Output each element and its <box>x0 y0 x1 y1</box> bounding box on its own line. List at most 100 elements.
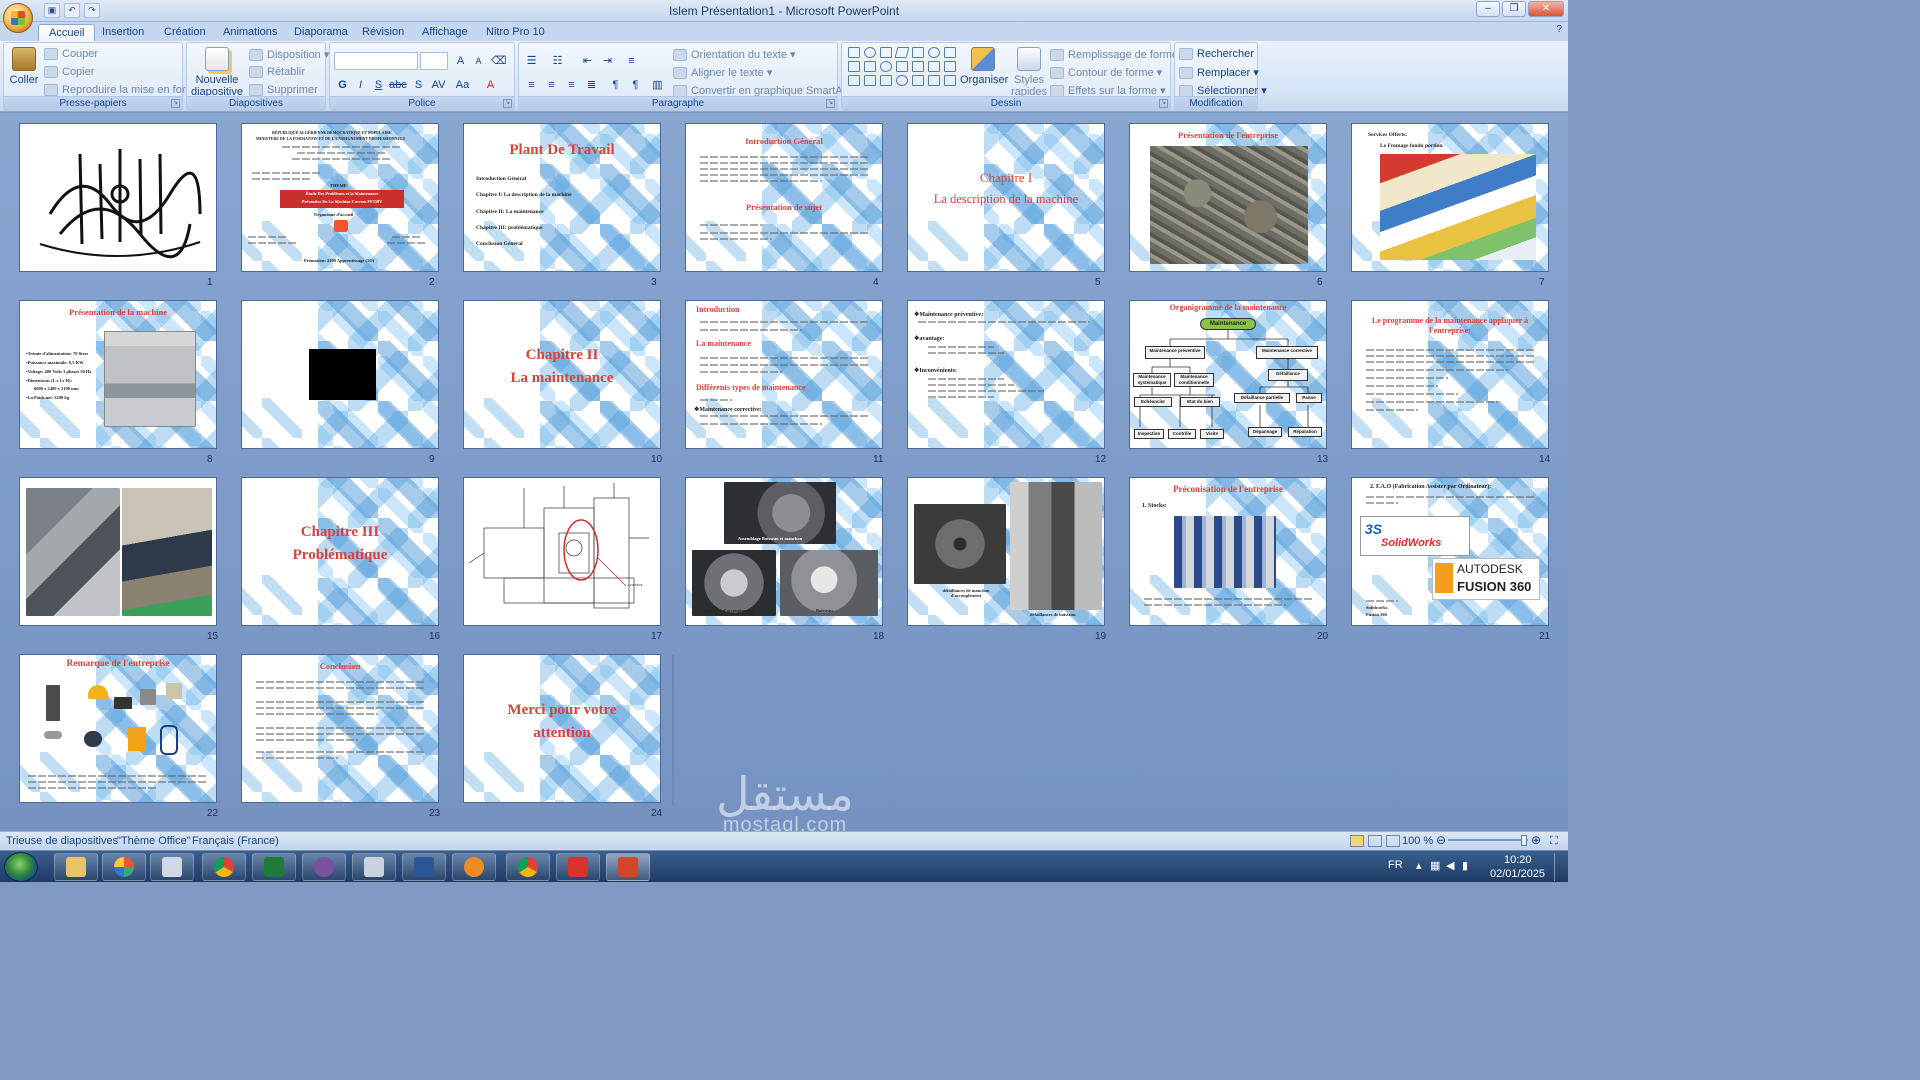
clear-format-icon[interactable]: ⌫ <box>490 52 507 69</box>
office-button[interactable] <box>3 3 33 33</box>
shadow-icon[interactable]: S <box>410 76 427 93</box>
paste-button[interactable]: Coller <box>7 47 41 86</box>
slide-thumbnail-12[interactable]: ❖Maintenance préventive: ❖avantage: ❖Inc… <box>907 300 1105 449</box>
slide-thumbnail-2[interactable]: RÉPUBLIQUE ALGÉRIENNE DÉMOCRATIQUE ET PO… <box>241 123 439 272</box>
taskbar-powerpoint[interactable] <box>606 853 650 881</box>
tab-diaporama[interactable]: Diaporama <box>284 24 358 42</box>
slide-thumbnail-21[interactable]: 2. F.A.O (Fabrication Assister par Ordin… <box>1351 477 1549 626</box>
zoom-level[interactable]: 100 % <box>1402 835 1433 847</box>
tab-creation[interactable]: Création <box>154 24 216 42</box>
sorter-view-icon[interactable] <box>1368 835 1382 847</box>
slide-thumbnail-20[interactable]: Préconisation de l'entreprise 1. Stocks: <box>1129 477 1327 626</box>
grow-font-icon[interactable]: A <box>452 52 469 69</box>
reset-button[interactable]: Rétablir <box>249 66 305 78</box>
format-painter-button[interactable]: Reproduire la mise en forme <box>44 84 201 96</box>
slide-thumbnail-18[interactable]: Assemblage Boisseau et manchon manchon d… <box>685 477 883 626</box>
tab-nitro[interactable]: Nitro Pro 10 <box>476 24 555 42</box>
slide-thumbnail-23[interactable]: Conclusion <box>241 654 439 803</box>
justify-icon[interactable]: ≣ <box>583 76 600 93</box>
strikethrough-icon[interactable]: abc <box>388 76 407 93</box>
slide-thumbnail-3[interactable]: Plant De Travail Introduction Général Ch… <box>463 123 661 272</box>
replace-button[interactable]: Remplacer ▾ <box>1179 66 1259 79</box>
text-direction-ltr-icon[interactable]: ¶ <box>607 76 624 93</box>
arrange-button[interactable]: Organiser <box>960 47 1008 86</box>
align-text-button[interactable]: Aligner le texte ▾ <box>673 66 772 79</box>
font-family-select[interactable] <box>334 52 418 70</box>
taskbar-word[interactable] <box>402 853 446 881</box>
start-button[interactable] <box>4 852 38 882</box>
slide-thumbnail-19[interactable]: défaillances de manchon d'accouplement d… <box>907 477 1105 626</box>
align-right-icon[interactable]: ≡ <box>563 76 580 93</box>
zoom-in-icon[interactable]: ⊕ <box>1531 833 1541 847</box>
help-icon[interactable]: ? <box>1556 24 1562 35</box>
clock-date[interactable]: 02/01/2025 <box>1490 868 1545 880</box>
slide-thumbnail-10[interactable]: Chapitre II La maintenance <box>463 300 661 449</box>
show-desktop-button[interactable] <box>1554 853 1566 881</box>
slide-thumbnail-22[interactable]: Remarque de l'entreprise <box>19 654 217 803</box>
slide-thumbnail-17[interactable]: couteaux <box>463 477 661 626</box>
delete-slide-button[interactable]: Supprimer <box>249 84 318 96</box>
minimize-button[interactable]: – <box>1476 1 1500 17</box>
clock-time[interactable]: 10:20 <box>1504 854 1532 866</box>
tab-insertion[interactable]: Insertion <box>92 24 154 42</box>
drawing-launcher-icon[interactable]: ↘ <box>1159 99 1168 108</box>
tab-accueil[interactable]: Accueil <box>38 24 96 42</box>
shape-fill-button[interactable]: Remplissage de forme ▾ <box>1050 48 1187 61</box>
shapes-gallery[interactable] <box>848 47 956 86</box>
slide-thumbnail-14[interactable]: Le programme de la maintenance appliquer… <box>1351 300 1549 449</box>
slide-thumbnail-13[interactable]: Organigramme de la maintenance Maintenan… <box>1129 300 1327 449</box>
taskbar-chrome[interactable] <box>202 853 246 881</box>
numbering-icon[interactable]: ☷ <box>549 52 566 69</box>
text-direction-rtl-icon[interactable]: ¶ <box>627 76 644 93</box>
taskbar-paint[interactable] <box>102 853 146 881</box>
taskbar-computer[interactable] <box>150 853 194 881</box>
shape-outline-button[interactable]: Contour de forme ▾ <box>1050 66 1162 79</box>
bold-icon[interactable]: G <box>334 76 351 93</box>
slideshow-view-icon[interactable] <box>1386 835 1400 847</box>
language-indicator[interactable]: FR <box>1388 859 1403 871</box>
zoom-out-icon[interactable]: ⊖ <box>1436 833 1446 847</box>
slide-thumbnail-5[interactable]: Chapitre I La description de la machine <box>907 123 1105 272</box>
tab-affichage[interactable]: Affichage <box>412 24 478 42</box>
font-size-select[interactable] <box>420 52 448 70</box>
taskbar-excel[interactable] <box>252 853 296 881</box>
slide-thumbnail-15[interactable] <box>19 477 217 626</box>
slide-thumbnail-7[interactable]: Services Offerts: Le Fromage fondu porti… <box>1351 123 1549 272</box>
font-color-icon[interactable]: A <box>482 76 499 93</box>
normal-view-icon[interactable] <box>1350 835 1364 847</box>
restore-button[interactable]: ❐ <box>1502 1 1526 17</box>
slide-thumbnail-24[interactable]: Merci pour votre attention <box>463 654 661 803</box>
zoom-slider-thumb[interactable] <box>1521 835 1527 846</box>
line-spacing-icon[interactable]: ≡ <box>623 52 640 69</box>
shrink-font-icon[interactable]: A <box>470 52 487 69</box>
clipboard-launcher-icon[interactable]: ↘ <box>171 99 180 108</box>
volume-icon[interactable]: ◀ <box>1446 859 1454 872</box>
slide-thumbnail-9[interactable] <box>241 300 439 449</box>
taskbar-explorer[interactable] <box>54 853 98 881</box>
slide-thumbnail-4[interactable]: Introduction Général Présentation de suj… <box>685 123 883 272</box>
slide-thumbnail-16[interactable]: Chapitre III Problématique <box>241 477 439 626</box>
taskbar-media-player[interactable] <box>452 853 496 881</box>
layout-button[interactable]: Disposition ▾ <box>249 48 329 61</box>
find-button[interactable]: Rechercher <box>1179 48 1254 60</box>
font-launcher-icon[interactable]: ↘ <box>503 99 512 108</box>
paragraph-launcher-icon[interactable]: ↘ <box>826 99 835 108</box>
bullets-icon[interactable]: ☰ <box>523 52 540 69</box>
fit-window-icon[interactable]: ⛶ <box>1550 835 1558 848</box>
taskbar-pdf[interactable] <box>556 853 600 881</box>
increase-indent-icon[interactable]: ⇥ <box>599 52 616 69</box>
decrease-indent-icon[interactable]: ⇤ <box>579 52 596 69</box>
tray-arrow-icon[interactable]: ▴ <box>1416 859 1422 872</box>
case-icon[interactable]: Aa <box>454 76 471 93</box>
align-left-icon[interactable]: ≡ <box>523 76 540 93</box>
power-icon[interactable]: ▮ <box>1462 859 1468 872</box>
taskbar-calculator[interactable] <box>352 853 396 881</box>
slide-thumbnail-11[interactable]: Introduction La maintenance Différents t… <box>685 300 883 449</box>
spacing-icon[interactable]: AV <box>430 76 447 93</box>
slide-thumbnail-1[interactable] <box>19 123 217 272</box>
status-language[interactable]: Français (France) <box>192 835 279 847</box>
taskbar-chrome-2[interactable] <box>506 853 550 881</box>
slide-thumbnail-8[interactable]: Présentation de la machine •Trémie d'ali… <box>19 300 217 449</box>
tab-animations[interactable]: Animations <box>213 24 287 42</box>
underline-icon[interactable]: S <box>370 76 387 93</box>
